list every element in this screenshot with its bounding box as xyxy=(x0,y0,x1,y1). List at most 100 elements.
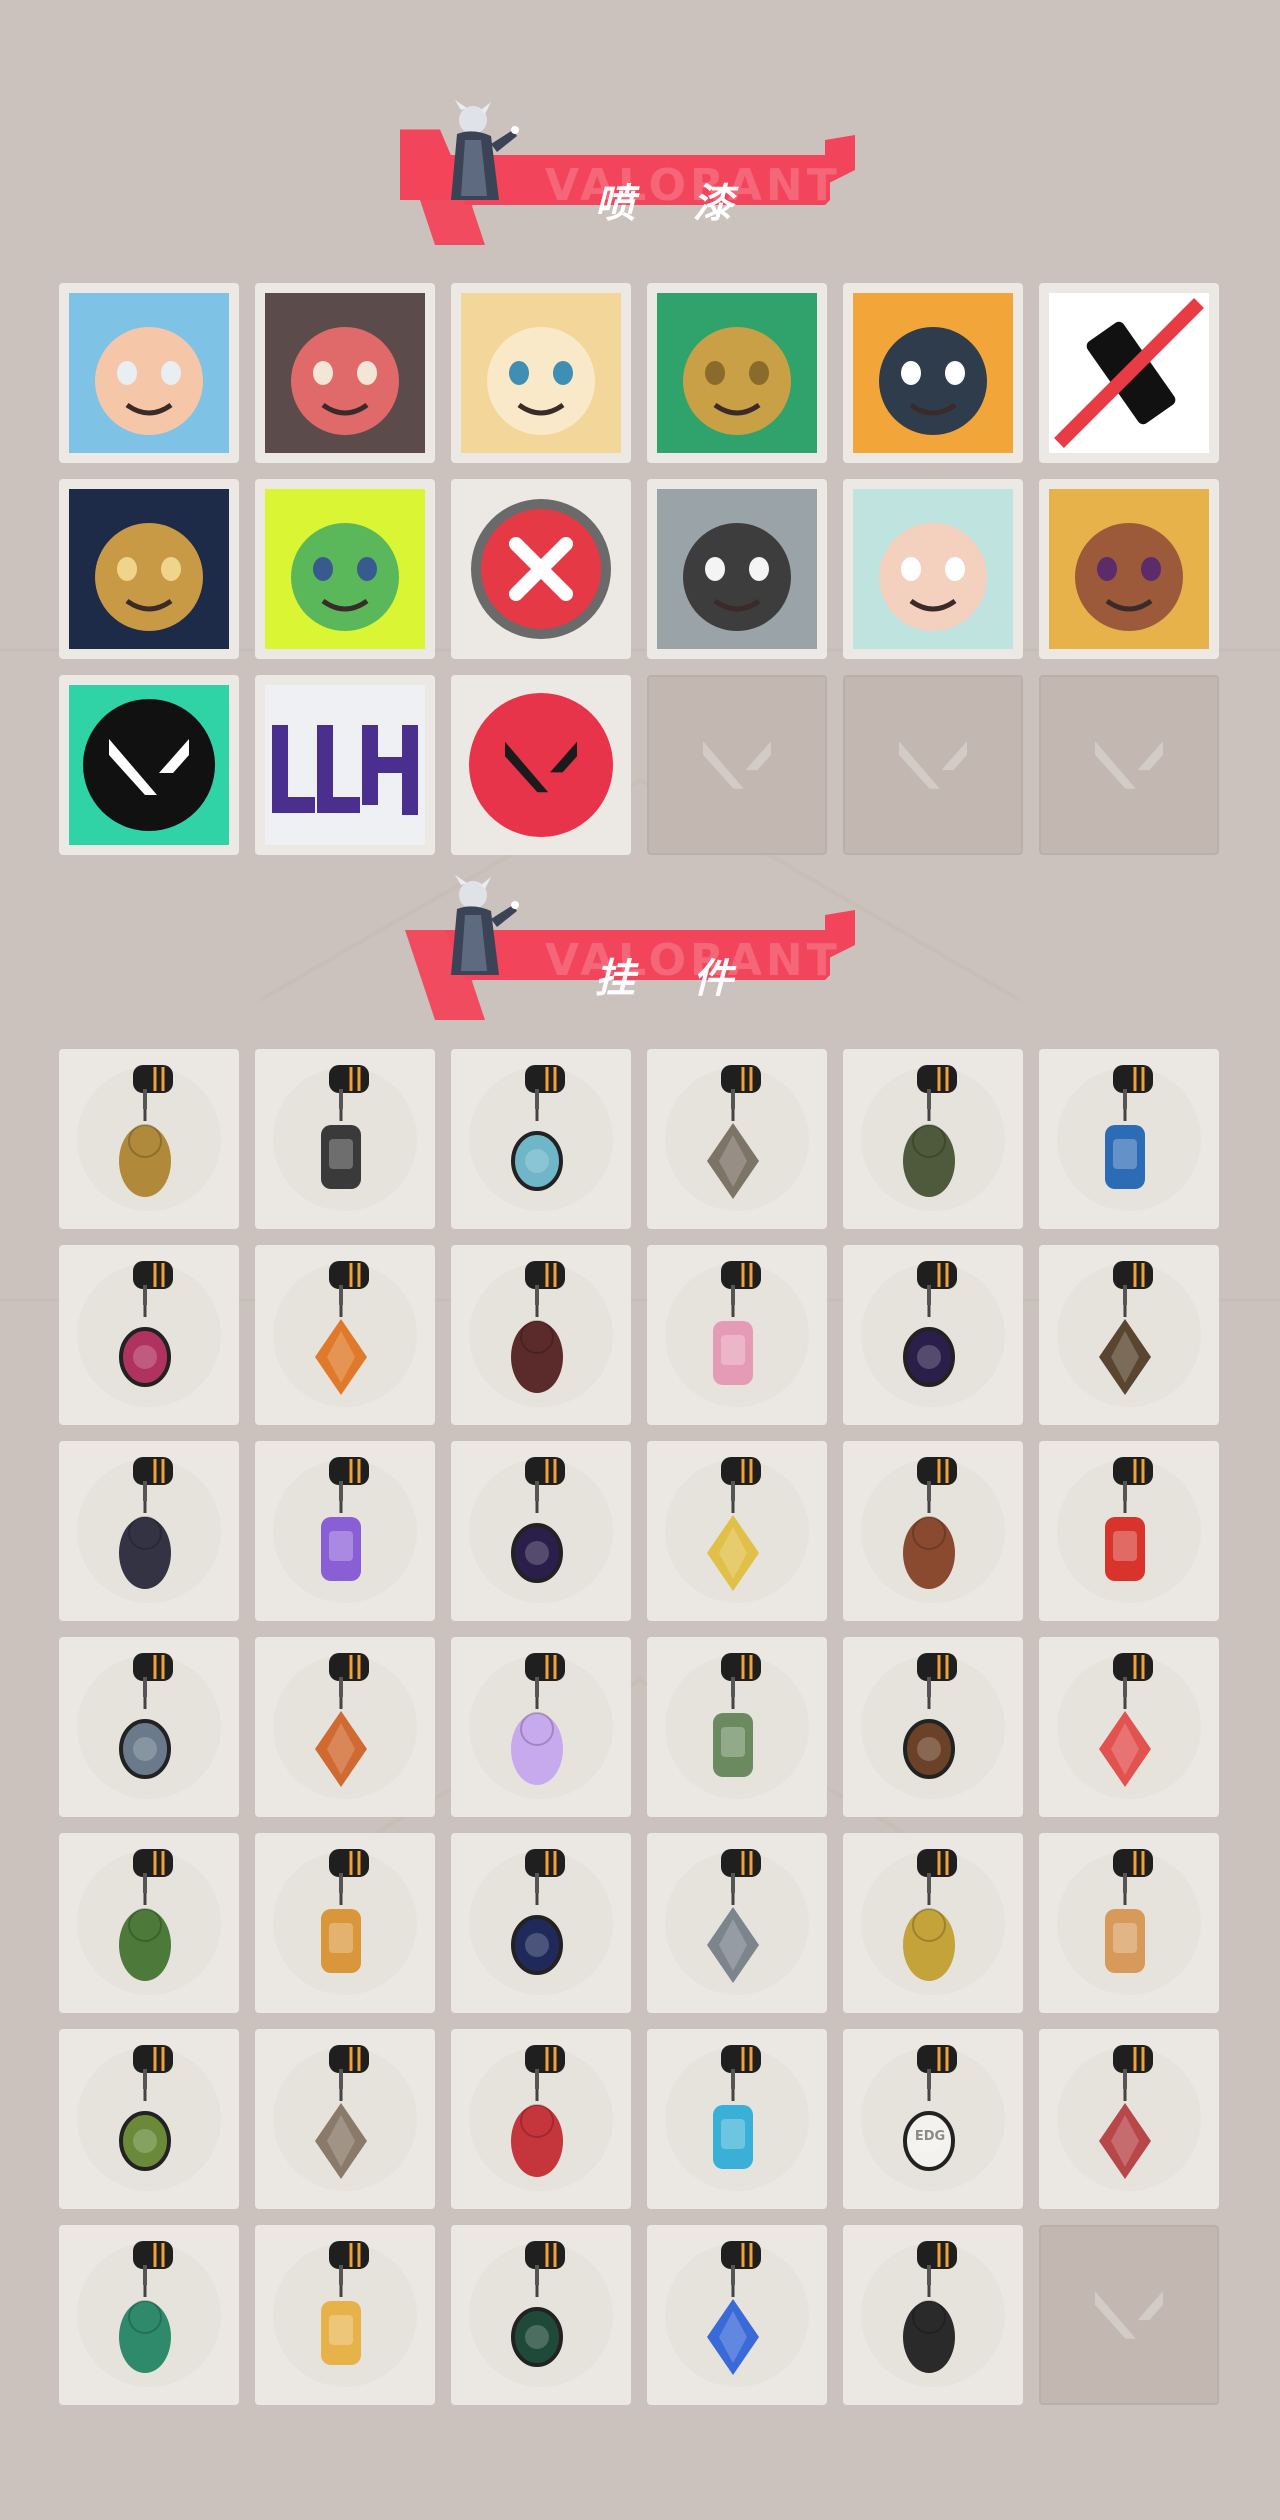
orange-creature-charm-icon xyxy=(315,1261,369,1395)
charm-clip-icon xyxy=(525,1849,565,1893)
charm-clip-icon xyxy=(329,2241,369,2285)
valorant-logo-placeholder-icon xyxy=(1095,2291,1163,2339)
charm-clip-icon xyxy=(133,2241,173,2285)
charm-tile[interactable] xyxy=(647,1049,827,1229)
charm-tile[interactable] xyxy=(255,1833,435,2013)
spray-tile[interactable] xyxy=(451,283,631,463)
charm-tile[interactable] xyxy=(647,2029,827,2209)
charm-tile[interactable] xyxy=(255,1441,435,1621)
spray-tile[interactable] xyxy=(255,479,435,659)
spray-slot-empty[interactable] xyxy=(647,675,827,855)
charm-tile[interactable] xyxy=(255,2029,435,2209)
lava-lamp-charm-icon xyxy=(321,1457,369,1581)
charm-tile[interactable] xyxy=(59,2029,239,2209)
ep9-medal-charm-icon xyxy=(903,1261,957,1387)
charm-tile[interactable] xyxy=(255,1637,435,1817)
charm-clip-icon xyxy=(133,1065,173,1109)
charm-tile[interactable] xyxy=(451,1245,631,1425)
spray-tile[interactable] xyxy=(843,479,1023,659)
charm-tile[interactable] xyxy=(843,1637,1023,1817)
charm-clip-icon xyxy=(917,1457,957,1501)
charm-clip-icon xyxy=(329,1457,369,1501)
dragon-charm-icon xyxy=(119,1457,173,1589)
spray-tile[interactable] xyxy=(1039,479,1219,659)
charm-tile[interactable] xyxy=(451,1833,631,2013)
charm-slot-empty[interactable] xyxy=(1039,2225,1219,2405)
charm-tile[interactable] xyxy=(255,2225,435,2405)
charm-clip-icon xyxy=(1113,1261,1153,1305)
green-slime-icon xyxy=(265,489,425,649)
charm-clip-icon xyxy=(525,1653,565,1697)
charm-tile[interactable] xyxy=(647,1637,827,1817)
charm-clip-icon xyxy=(1113,2045,1153,2089)
sprays-banner: VALORANT 喷 漆 xyxy=(395,100,860,250)
charm-tile[interactable] xyxy=(59,1441,239,1621)
pistol-charm-icon xyxy=(1099,1261,1153,1395)
koi-fish-icon xyxy=(657,489,817,649)
charm-tile[interactable] xyxy=(451,1441,631,1621)
charm-tile[interactable] xyxy=(843,2225,1023,2405)
ep9-medal-charm-icon xyxy=(511,1849,565,1975)
charm-tile[interactable] xyxy=(647,1833,827,2013)
charm-tile[interactable]: EDG xyxy=(843,2029,1023,2209)
charm-tile[interactable] xyxy=(255,1245,435,1425)
charm-tile[interactable] xyxy=(1039,1833,1219,2013)
charm-tile[interactable] xyxy=(647,1245,827,1425)
spray-tile[interactable] xyxy=(59,479,239,659)
charm-clip-icon xyxy=(721,2045,761,2089)
charm-tile[interactable] xyxy=(1039,1637,1219,1817)
ep9-medal-charm-icon xyxy=(511,2241,565,2367)
charm-tile[interactable] xyxy=(1039,1049,1219,1229)
charm-tile[interactable] xyxy=(451,1637,631,1817)
spray-tile[interactable] xyxy=(451,479,631,659)
crystal-pet-charm-icon xyxy=(511,1653,565,1785)
charm-tile[interactable] xyxy=(843,1245,1023,1425)
charm-tile[interactable] xyxy=(255,1049,435,1229)
charm-clip-icon xyxy=(133,1849,173,1893)
spray-tile[interactable] xyxy=(1039,283,1219,463)
charm-clip-icon xyxy=(329,1849,369,1893)
charm-tile[interactable] xyxy=(1039,1245,1219,1425)
charm-clip-icon xyxy=(133,1261,173,1305)
charm-clip-icon xyxy=(1113,1849,1153,1893)
charm-tile[interactable] xyxy=(843,1049,1023,1229)
charm-clip-icon xyxy=(1113,1457,1153,1501)
ep9-medal-charm-icon xyxy=(511,1457,565,1583)
charm-clip-icon xyxy=(525,1261,565,1305)
charm-tile[interactable] xyxy=(1039,2029,1219,2209)
beehive-charm-icon xyxy=(321,1849,369,1973)
charm-tile[interactable] xyxy=(59,1245,239,1425)
charm-tile[interactable] xyxy=(647,1441,827,1621)
spray-tile[interactable] xyxy=(255,283,435,463)
charm-tile[interactable] xyxy=(451,2029,631,2209)
spray-tile[interactable] xyxy=(255,675,435,855)
charm-clip-icon xyxy=(721,1849,761,1893)
charm-tile[interactable] xyxy=(843,1833,1023,2013)
charm-tile[interactable] xyxy=(647,2225,827,2405)
spray-tile[interactable] xyxy=(843,283,1023,463)
charm-tile[interactable] xyxy=(451,1049,631,1229)
spray-tile[interactable] xyxy=(647,479,827,659)
charm-tile[interactable] xyxy=(59,1833,239,2013)
spray-tile[interactable] xyxy=(451,675,631,855)
laughing-agent-icon xyxy=(1049,489,1209,649)
watermelon-charm-icon xyxy=(1099,1653,1153,1787)
charm-tile[interactable] xyxy=(843,1441,1023,1621)
spray-tile[interactable] xyxy=(59,283,239,463)
charm-tile[interactable] xyxy=(1039,1441,1219,1621)
spray-slot-empty[interactable] xyxy=(1039,675,1219,855)
spray-tile[interactable] xyxy=(59,675,239,855)
charm-tile[interactable] xyxy=(59,1049,239,1229)
charm-tile[interactable] xyxy=(59,1637,239,1817)
charm-clip-icon xyxy=(329,2045,369,2089)
charm-clip-icon xyxy=(721,1261,761,1305)
charm-tile[interactable] xyxy=(59,2225,239,2405)
charm-clip-icon xyxy=(525,1065,565,1109)
spray-tile[interactable] xyxy=(647,283,827,463)
soda-can-charm-icon xyxy=(119,1849,173,1981)
pale-agent-face-icon xyxy=(853,489,1013,649)
charm-tile[interactable] xyxy=(451,2225,631,2405)
charm-clip-icon xyxy=(525,1457,565,1501)
blonde-chibi-face-icon xyxy=(461,293,621,453)
spray-slot-empty[interactable] xyxy=(843,675,1023,855)
